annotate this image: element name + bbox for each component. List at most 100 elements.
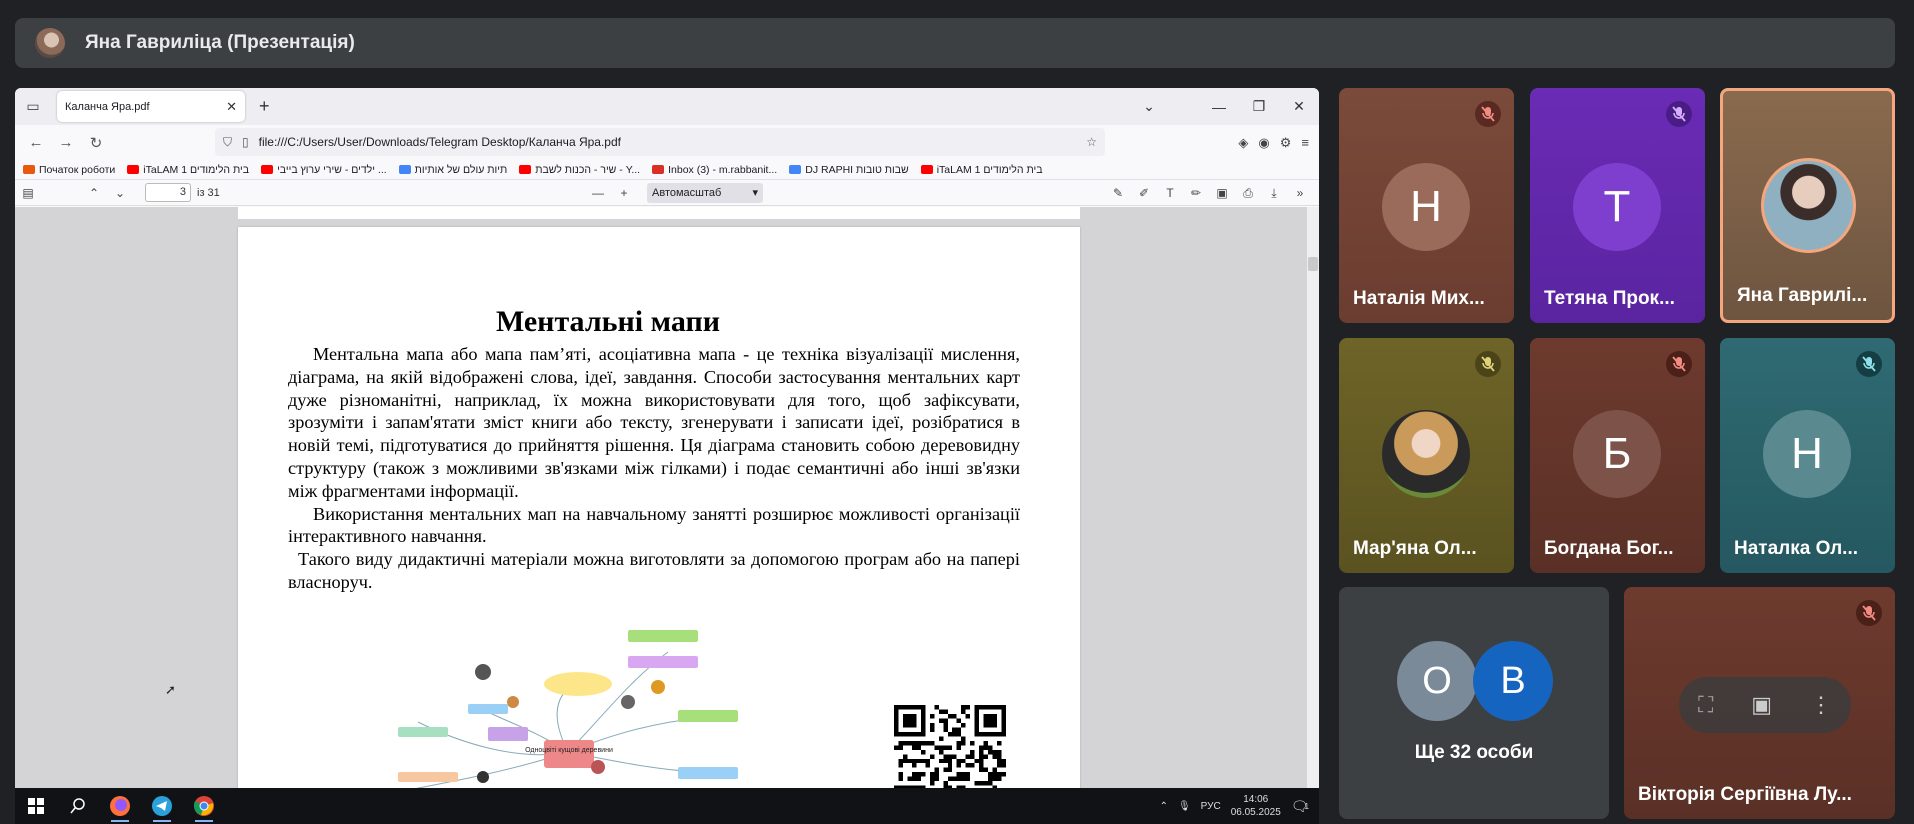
bookmark-item[interactable]: תיות עולם של אותיות	[398, 164, 507, 176]
paragraph: Такого виду дидактичні матеріали можна в…	[288, 549, 1020, 592]
bookmark-item[interactable]: שיר - הכנות לשבת - Y...	[519, 164, 640, 176]
participant-name: Тетяна Прок...	[1544, 288, 1675, 309]
bookmark-item[interactable]: Inbox (3) - m.rabbanit...	[652, 164, 777, 176]
zoom-in-icon[interactable]: +	[611, 186, 637, 200]
more-participants-tile[interactable]: О В Ще 32 особи	[1339, 587, 1609, 819]
next-page-icon[interactable]: ⌄	[107, 186, 133, 200]
minimize-icon[interactable]: —	[1199, 99, 1239, 115]
paragraph: Використання ментальних мап на навчально…	[288, 503, 1020, 547]
browser-tabbar: ▭ Каланча Яра.pdf ✕ + ⌄ — ❐ ✕	[15, 88, 1319, 125]
maximize-icon[interactable]: ❐	[1239, 98, 1279, 115]
more-tools-icon[interactable]: »	[1287, 186, 1313, 200]
image-icon[interactable]: ▣	[1209, 186, 1235, 200]
document-title: Ментальні мапи	[495, 305, 721, 338]
bookmark-favicon-icon	[920, 165, 933, 174]
qr-code[interactable]	[894, 705, 1006, 788]
participant-name: Вікторія Сергіївна Лу...	[1638, 784, 1852, 805]
windows-taskbar: ⌃ 🎙 РУС 14:06 06.05.2025 🗨 1	[15, 788, 1319, 824]
pocket-icon[interactable]: ◈	[1238, 135, 1248, 151]
shield-icon[interactable]: ⛉	[223, 135, 232, 150]
mouse-cursor: ➚	[165, 682, 176, 697]
bookmark-label: DJ RAPHI שבות טובות	[805, 163, 909, 176]
extensions-icon[interactable]: ⚙	[1280, 135, 1292, 151]
mic-off-icon	[1666, 101, 1692, 127]
start-button[interactable]	[15, 788, 57, 824]
highlight-icon[interactable]: ✐	[1131, 186, 1157, 200]
url-text[interactable]: file:///C:/Users/User/Downloads/Telegram…	[259, 135, 1087, 149]
address-bar[interactable]: ⛉ ▯ file:///C:/Users/User/Downloads/Tele…	[215, 128, 1105, 156]
mic-off-icon	[1475, 351, 1501, 377]
text-icon[interactable]: T	[1157, 186, 1183, 200]
forward-icon[interactable]: →	[51, 134, 81, 151]
mic-off-icon	[1475, 101, 1501, 127]
bookmark-favicon-icon	[652, 165, 665, 174]
prev-page-icon[interactable]: ⌃	[81, 186, 107, 200]
bookmark-favicon-icon	[127, 165, 140, 174]
reload-icon[interactable]: ↻	[81, 134, 111, 152]
mindmap-center-label: Одноцвіті кущові деревини	[525, 746, 613, 754]
mic-off-icon	[1856, 351, 1882, 377]
participant-avatar: Н	[1382, 163, 1470, 251]
chrome-taskbar-item[interactable]	[183, 788, 225, 824]
menu-icon[interactable]: ≡	[1301, 135, 1309, 150]
bookmark-label: ילדים - שירי ערוץ בייבי ...	[277, 163, 387, 176]
page-icon: ▯	[242, 135, 249, 149]
vertical-scrollbar[interactable]	[1307, 207, 1319, 788]
language-indicator[interactable]: РУС	[1201, 801, 1221, 812]
more-options-icon[interactable]: ⋮	[1810, 692, 1832, 718]
microphone-icon[interactable]: 🎙	[1178, 801, 1191, 812]
close-window-icon[interactable]: ✕	[1279, 98, 1319, 115]
print-icon[interactable]: ⎙	[1235, 186, 1261, 201]
mic-off-icon	[1666, 351, 1692, 377]
participant-avatar: Б	[1573, 410, 1661, 498]
participant-tile[interactable]: ⛶ ▣ ⋮ Вікторія Сергіївна Лу...	[1624, 587, 1895, 819]
participant-tile-speaking[interactable]: Яна Гаврилі...	[1720, 88, 1895, 323]
bookmark-item[interactable]: Початок роботи	[23, 164, 115, 176]
bookmark-item[interactable]: ילדים - שירי ערוץ בייבי ...	[261, 164, 387, 176]
page-number-input[interactable]: 3	[145, 183, 191, 202]
sidebar-toggle-icon[interactable]: ▤	[15, 186, 41, 200]
zoom-select[interactable]: Автомасштаб	[647, 183, 763, 203]
bookmark-label: Inbox (3) - m.rabbanit...	[668, 163, 778, 176]
tab-overflow-icon[interactable]: ⌄	[1129, 98, 1169, 115]
clock-date: 06.05.2025	[1230, 807, 1281, 818]
save-icon[interactable]: ⤓	[1261, 186, 1287, 201]
scrollbar-thumb[interactable]	[1308, 257, 1318, 271]
bookmark-item[interactable]: iTaLAM 1 בית הלימודים	[920, 164, 1043, 176]
new-tab-button[interactable]: +	[259, 96, 270, 117]
clock[interactable]: 14:06 06.05.2025	[1231, 793, 1281, 819]
pin-icon[interactable]: ▣	[1751, 692, 1772, 718]
search-icon	[70, 798, 85, 814]
participant-avatar: Н	[1763, 410, 1851, 498]
zoom-out-icon[interactable]: —	[585, 186, 611, 200]
participant-tile[interactable]: Н Наталія Мих...	[1339, 88, 1514, 323]
close-tab-icon[interactable]: ✕	[226, 99, 237, 115]
search-button[interactable]	[57, 788, 99, 824]
tab-list-icon[interactable]: ▭	[15, 98, 51, 115]
bookmark-item[interactable]: iTaLAM 1 בית הלימודים	[127, 164, 249, 176]
participant-tile[interactable]: Н Наталка Ол...	[1720, 338, 1895, 573]
zoom-controls: — + Автомасштаб	[585, 180, 763, 206]
system-tray: ⌃ 🎙 РУС 14:06 06.05.2025 🗨 1	[1160, 788, 1309, 824]
participant-tile[interactable]: Б Богдана Бог...	[1530, 338, 1705, 573]
firefox-taskbar-item[interactable]	[99, 788, 141, 824]
meet-window: Яна Гавриліца (Презентація) ▭ Каланча Яр…	[0, 0, 1914, 824]
participant-tile[interactable]: Мар'яна Ол...	[1339, 338, 1514, 573]
bookmark-star-icon[interactable]: ☆	[1086, 135, 1097, 149]
edit-icon[interactable]: ✎	[1105, 186, 1131, 200]
pdf-viewport[interactable]: Ментальні мапи Ментальна мапа або мапа п…	[15, 207, 1319, 788]
telegram-icon	[152, 796, 172, 816]
tab-active[interactable]: Каланча Яра.pdf ✕	[57, 91, 245, 122]
back-icon[interactable]: ←	[21, 134, 51, 151]
draw-icon[interactable]: ✏	[1183, 186, 1209, 200]
participant-tile[interactable]: Т Тетяна Прок...	[1530, 88, 1705, 323]
frame-person-icon[interactable]: ⛶	[1698, 692, 1713, 718]
telegram-taskbar-item[interactable]	[141, 788, 183, 824]
firefox-icon	[110, 796, 130, 816]
participant-avatar: Т	[1573, 163, 1661, 251]
account-icon[interactable]: ◉	[1258, 135, 1269, 151]
document-body: Ментальна мапа або мапа пам’яті, асоціат…	[288, 343, 1020, 594]
bookmark-item[interactable]: DJ RAPHI שבות טובות	[789, 163, 909, 176]
clock-time: 14:06	[1243, 794, 1269, 805]
tray-expand-icon[interactable]: ⌃	[1160, 801, 1168, 812]
